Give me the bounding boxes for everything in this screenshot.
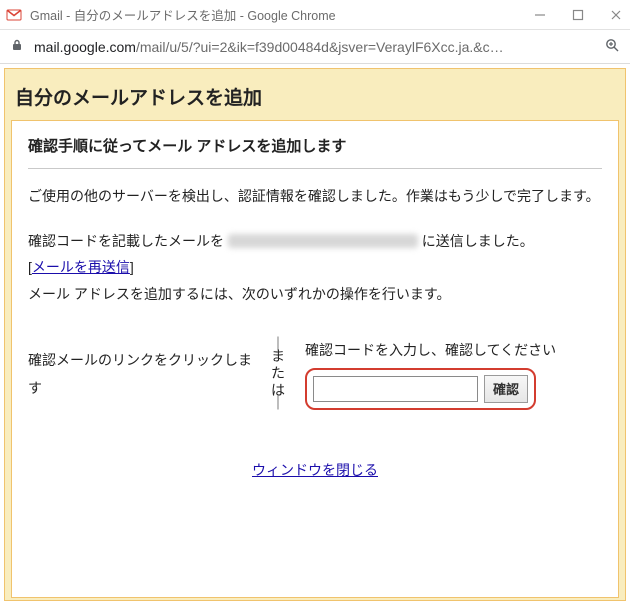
verify-button[interactable]: 確認 (484, 375, 528, 403)
body-text: ご使用の他のサーバーを検出し、認証情報を確認しました。作業はもう少しで完了します… (28, 183, 602, 307)
bar-icon: ｜ (263, 399, 293, 407)
verify-box: 確認 (305, 368, 536, 410)
choice-row: 確認メールのリンクをクリックします ｜ ま た は ｜ 確認コードを入力し、確認… (28, 337, 602, 410)
gmail-favicon-icon (6, 7, 22, 23)
close-link-row: ウィンドウを閉じる (28, 460, 602, 480)
inner-card: 確認手順に従ってメール アドレスを追加します ご使用の他のサーバーを検出し、認証… (11, 120, 619, 598)
or-char-1: ま (263, 348, 293, 365)
maximize-icon[interactable] (570, 7, 586, 23)
close-window-link[interactable]: ウィンドウを閉じる (252, 462, 378, 478)
page-viewport: 自分のメールアドレスを追加 確認手順に従ってメール アドレスを追加します ご使用… (0, 64, 630, 605)
instruction-text: メール アドレスを追加するには、次のいずれかの操作を行います。 (28, 286, 451, 302)
address-bar: mail.google.com/mail/u/5/?ui=2&ik=f39d00… (0, 30, 630, 64)
intro-paragraph: ご使用の他のサーバーを検出し、認証情報を確認しました。作業はもう少しで完了します… (28, 183, 602, 210)
divider (28, 168, 602, 169)
window-titlebar: Gmail - 自分のメールアドレスを追加 - Google Chrome (0, 0, 630, 30)
page-title: 自分のメールアドレスを追加 (11, 75, 619, 120)
option-enter-code: 確認コードを入力し、確認してください 確認 (293, 337, 602, 410)
minimize-icon[interactable] (532, 7, 548, 23)
sent-paragraph: 確認コードを記載したメールを に送信しました。 [メールを再送信] メール アド… (28, 228, 602, 308)
option-click-link: 確認メールのリンクをクリックします (28, 346, 263, 402)
sent-suffix: に送信しました。 (422, 233, 534, 249)
masked-email (228, 234, 418, 248)
or-separator: ｜ ま た は ｜ (263, 340, 293, 407)
url-host: mail.google.com (34, 39, 136, 55)
zoom-icon[interactable] (604, 37, 620, 56)
or-char-2: た (263, 365, 293, 382)
outer-card: 自分のメールアドレスを追加 確認手順に従ってメール アドレスを追加します ご使用… (4, 68, 626, 601)
verification-code-input[interactable] (313, 376, 478, 402)
lock-icon (10, 38, 24, 55)
window-title: Gmail - 自分のメールアドレスを追加 - Google Chrome (30, 5, 532, 24)
close-icon[interactable] (608, 7, 624, 23)
window-controls (532, 7, 624, 23)
url-text[interactable]: mail.google.com/mail/u/5/?ui=2&ik=f39d00… (34, 39, 594, 55)
code-prompt: 確認コードを入力し、確認してください (305, 337, 602, 364)
resend-link[interactable]: メールを再送信 (32, 259, 130, 275)
bracket-close: ] (130, 259, 134, 275)
url-path: /mail/u/5/?ui=2&ik=f39d00484d&jsver=Vera… (136, 39, 504, 55)
sent-prefix: 確認コードを記載したメールを (28, 233, 228, 249)
bar-icon: ｜ (263, 340, 293, 348)
section-heading: 確認手順に従ってメール アドレスを追加します (28, 135, 602, 164)
